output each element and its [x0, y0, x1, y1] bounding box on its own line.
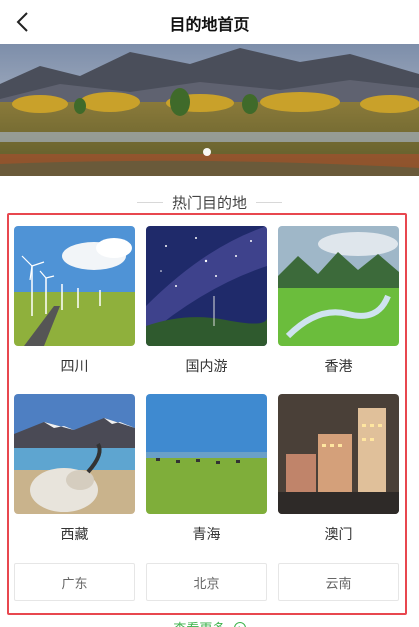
section-heading: 热门目的地 — [0, 190, 419, 214]
destination-image — [14, 226, 135, 346]
destination-card-domestic[interactable]: 国内游 — [146, 226, 267, 376]
destination-name: 青海 — [192, 527, 221, 543]
destination-image — [14, 394, 135, 514]
destination-name: 西藏 — [60, 527, 89, 543]
carousel-indicator[interactable] — [203, 148, 211, 156]
destination-image — [146, 226, 267, 346]
view-more-link[interactable]: 查看更多 › — [0, 618, 419, 627]
destination-card-tibet[interactable]: 西藏 — [14, 394, 135, 544]
view-more-label: 查看更多 — [173, 618, 225, 627]
top-nav-bar: 目的地首页 — [0, 0, 419, 44]
destination-name: 澳门 — [324, 527, 353, 543]
banner-carousel[interactable] — [0, 44, 419, 176]
destination-name: 香港 — [324, 359, 353, 375]
region-chip-yunnan[interactable]: 云南 — [278, 563, 399, 601]
destination-image — [278, 226, 399, 346]
divider — [256, 202, 282, 203]
destination-name: 四川 — [60, 359, 89, 375]
destination-name: 国内游 — [185, 359, 228, 375]
page-title: 目的地首页 — [169, 15, 250, 34]
destination-image — [278, 394, 399, 514]
destination-card-sichuan[interactable]: 四川 — [14, 226, 135, 376]
destination-card-macau[interactable]: 澳门 — [278, 394, 399, 544]
arrow-circle-icon: › — [233, 621, 246, 627]
destination-image — [146, 394, 267, 514]
destination-card-qinghai[interactable]: 青海 — [146, 394, 267, 544]
region-chip-guangdong[interactable]: 广东 — [14, 563, 135, 601]
banner-image — [0, 44, 419, 176]
section-title: 热门目的地 — [171, 194, 247, 212]
destination-card-hongkong[interactable]: 香港 — [278, 226, 399, 376]
region-chip-beijing[interactable]: 北京 — [146, 563, 267, 601]
